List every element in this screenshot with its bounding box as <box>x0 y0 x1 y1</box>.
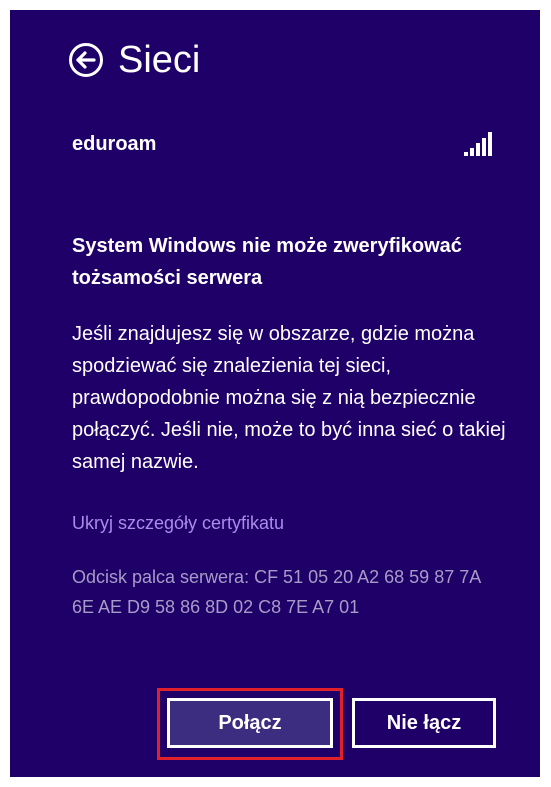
wifi-signal-icon <box>464 132 492 156</box>
back-arrow-circle-icon[interactable] <box>68 42 104 78</box>
connect-button[interactable]: Połącz <box>167 698 333 748</box>
dont-connect-button[interactable]: Nie łącz <box>352 698 496 748</box>
server-fingerprint: Odcisk palca serwera: CF 51 05 20 A2 68 … <box>72 567 481 617</box>
network-name: eduroam <box>72 132 157 155</box>
header: Sieci <box>68 38 200 82</box>
page-title: Sieci <box>118 39 201 81</box>
warning-heading: System Windows nie może zweryfikować toż… <box>72 235 462 289</box>
network-panel: Sieci eduroam System Windows nie może zw… <box>10 10 540 777</box>
network-row: eduroam <box>72 130 494 158</box>
warning-body: Jeśli znajdujesz się w obszarze, gdzie m… <box>72 323 506 473</box>
hide-certificate-details-link[interactable]: Ukryj szczegóły certyfikatu <box>72 513 284 534</box>
